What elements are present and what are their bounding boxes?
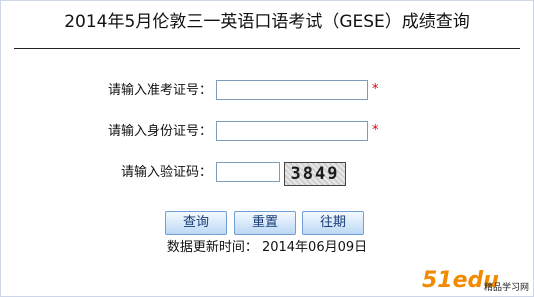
- query-button[interactable]: 查询: [165, 211, 227, 235]
- exam-number-input[interactable]: [216, 80, 368, 100]
- past-exams-button[interactable]: 往期: [302, 211, 364, 235]
- id-number-input[interactable]: [216, 121, 368, 141]
- captcha-row: 请输入验证码： 3849: [0, 162, 534, 186]
- page-title: 2014年5月伦敦三一英语口语考试（GESE）成绩查询: [64, 12, 470, 32]
- captcha-image[interactable]: 3849: [284, 162, 346, 186]
- id-number-label: 请输入身份证号：: [107, 124, 212, 139]
- exam-number-label: 请输入准考证号：: [107, 83, 212, 98]
- data-update-time: 数据更新时间： 2014年06月09日: [166, 240, 368, 255]
- captcha-input[interactable]: [216, 162, 280, 182]
- id-number-row: 请输入身份证号： *: [0, 121, 534, 143]
- title-divider: [14, 48, 520, 49]
- reset-button[interactable]: 重置: [234, 211, 296, 235]
- exam-number-row: 请输入准考证号： *: [0, 80, 534, 102]
- exam-number-required-mark: *: [372, 82, 379, 97]
- id-number-required-mark: *: [372, 123, 379, 138]
- captcha-text: 3849: [290, 164, 340, 184]
- logo-subtext: 精品学习网: [484, 281, 529, 293]
- captcha-label: 请输入验证码：: [120, 165, 212, 180]
- site-logo-watermark: 51edu 精品学习网: [422, 268, 529, 293]
